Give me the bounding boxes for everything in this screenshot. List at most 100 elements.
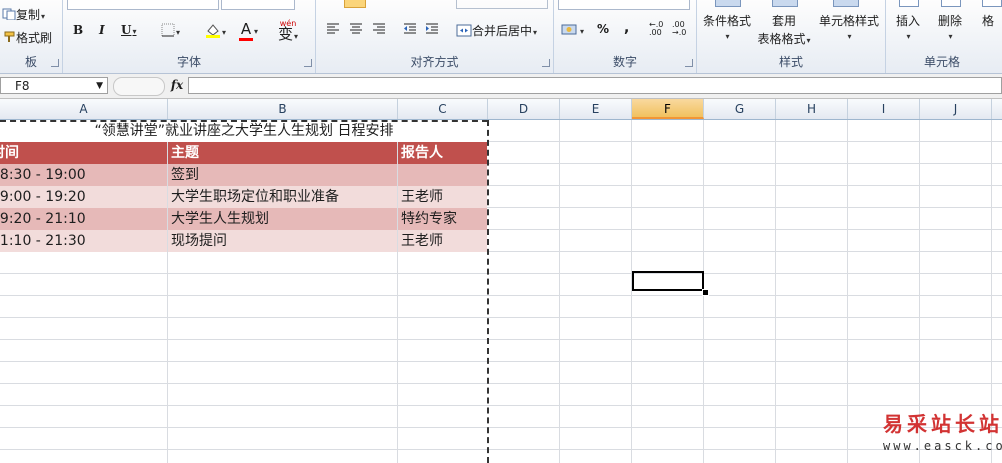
table-cell-time[interactable]: 19:00 - 19:20: [0, 186, 167, 208]
wrap-highlight-icon[interactable]: [344, 0, 366, 8]
format-as-table-button[interactable]: 套用 表格格式▾: [755, 12, 813, 50]
align-right-button[interactable]: [372, 22, 386, 37]
insert-label: 插入: [896, 14, 921, 28]
gridline: [0, 273, 1002, 274]
format-table-icon: [772, 0, 798, 7]
table-cell-topic[interactable]: 大学生职场定位和职业准备: [168, 186, 397, 208]
copy-label: 复制: [16, 8, 41, 22]
header-cell-time[interactable]: 时间: [0, 142, 167, 164]
conditional-format-button[interactable]: 条件格式 ▾: [703, 12, 751, 41]
phonetic-button[interactable]: wén 变▾: [278, 18, 298, 42]
font-launcher-icon[interactable]: [304, 59, 312, 67]
formula-input[interactable]: [188, 77, 1002, 94]
format-label: 格: [982, 14, 995, 28]
header-cell-speaker[interactable]: 报告人: [398, 142, 487, 164]
border-dropdown-icon: ▾: [176, 28, 181, 37]
bold-button[interactable]: B: [73, 23, 83, 37]
gridline: [0, 405, 1002, 406]
alignment-launcher-icon[interactable]: [542, 59, 550, 67]
column-header-j[interactable]: J: [920, 99, 992, 119]
format-button[interactable]: 格: [982, 12, 994, 29]
underline-button[interactable]: U▾: [121, 23, 136, 37]
accounting-format-button[interactable]: ▾: [561, 22, 584, 39]
name-box[interactable]: F8 ▼: [0, 77, 108, 94]
insert-button[interactable]: 插入 ▾: [896, 12, 920, 41]
column-header-k[interactable]: [992, 99, 1002, 119]
underline-dropdown-icon: ▾: [132, 26, 137, 36]
increase-decimal-button[interactable]: ←.0 .00: [649, 21, 663, 37]
copy-icon: [2, 8, 16, 23]
fill-color-button[interactable]: ▾: [205, 22, 226, 41]
conditional-format-icon: [715, 0, 741, 7]
header-cell-topic[interactable]: 主题: [168, 142, 397, 164]
column-header-c[interactable]: C: [398, 99, 488, 119]
number-launcher-icon[interactable]: [685, 59, 693, 67]
accounting-icon: [561, 22, 579, 39]
increase-indent-button[interactable]: [425, 22, 439, 37]
decrease-indent-button[interactable]: [403, 22, 417, 37]
active-cell-selection[interactable]: [632, 271, 704, 291]
format-painter-button[interactable]: 格式刷: [2, 29, 52, 46]
font-color-dropdown-icon: ▾: [254, 27, 259, 36]
column-header-f[interactable]: F: [632, 99, 704, 119]
formula-bar-expand-handle[interactable]: [113, 77, 165, 96]
column-header-e[interactable]: E: [560, 99, 632, 119]
table-cell-topic[interactable]: 大学生人生规划: [168, 208, 397, 230]
table-cell-topic[interactable]: 现场提问: [168, 230, 397, 252]
format-as-table-label: 套用 表格格式: [757, 14, 806, 46]
insert-dropdown-icon: ▾: [906, 32, 911, 41]
clipboard-launcher-icon[interactable]: [51, 59, 59, 67]
align-center-icon: [349, 22, 363, 37]
table-cell-speaker[interactable]: [398, 164, 487, 186]
styles-group: 条件格式 ▾ 套用 表格格式▾ 单元格样式 ▾ 样式: [697, 0, 886, 73]
name-box-dropdown-icon[interactable]: ▼: [96, 78, 103, 95]
font-color-button[interactable]: A ▾: [239, 20, 258, 41]
sheet-title-cell[interactable]: “领慧讲堂”就业讲座之大学生人生规划 日程安排: [0, 120, 488, 142]
column-header-a[interactable]: A: [0, 99, 168, 119]
font-name-combo[interactable]: [67, 0, 219, 10]
ribbon: 复制▾ 格式刷 板 B I U▾ ▾ ▾ A ▾ wén 变▾ 字体 合并后居中…: [0, 0, 1002, 74]
increase-indent-icon: [425, 22, 439, 37]
cell-styles-button[interactable]: 单元格样式 ▾: [817, 12, 881, 41]
gridline: [0, 427, 1002, 428]
gridline: [0, 449, 1002, 450]
column-header-b[interactable]: B: [168, 99, 398, 119]
merge-center-label: 合并后居中: [472, 24, 533, 38]
table-cell-time[interactable]: 18:30 - 19:00: [0, 164, 167, 186]
worksheet-grid[interactable]: “领慧讲堂”就业讲座之大学生人生规划 日程安排 时间 主题 报告人 18:30 …: [0, 120, 1002, 463]
conditional-format-dropdown-icon: ▾: [725, 32, 730, 41]
align-center-button[interactable]: [349, 22, 363, 37]
delete-label: 删除: [938, 14, 963, 28]
align-left-button[interactable]: [326, 22, 340, 37]
percent-button[interactable]: %: [597, 22, 609, 36]
merge-center-button[interactable]: 合并后居中▾: [456, 22, 537, 40]
align-left-icon: [326, 22, 340, 37]
column-header-h[interactable]: H: [776, 99, 848, 119]
column-header-d[interactable]: D: [488, 99, 560, 119]
table-cell-topic[interactable]: 签到: [168, 164, 397, 186]
font-size-combo[interactable]: [221, 0, 295, 10]
column-header-g[interactable]: G: [704, 99, 776, 119]
table-cell-speaker[interactable]: 特约专家: [398, 208, 487, 230]
cell-styles-label: 单元格样式: [818, 14, 879, 28]
table-cell-speaker[interactable]: 王老师: [398, 186, 487, 208]
border-button[interactable]: ▾: [161, 23, 180, 40]
fill-handle[interactable]: [702, 289, 709, 296]
number-group: ▾ % , ←.0 .00 .00 →.0 数字: [554, 0, 697, 73]
decrease-decimal-button[interactable]: .00 →.0: [672, 21, 686, 37]
insert-function-button[interactable]: fx: [168, 77, 186, 94]
column-header-i[interactable]: I: [848, 99, 920, 119]
copy-button[interactable]: 复制▾: [2, 6, 45, 23]
top-combo-icon[interactable]: [456, 0, 548, 9]
delete-button[interactable]: 删除 ▾: [938, 12, 962, 41]
table-cell-time[interactable]: 19:20 - 21:10: [0, 208, 167, 230]
number-format-combo[interactable]: [558, 0, 690, 10]
table-cell-speaker[interactable]: 王老师: [398, 230, 487, 252]
column-header-bar: A B C D E F G H I J: [0, 99, 1002, 120]
table-cell-time[interactable]: 21:10 - 21:30: [0, 230, 167, 252]
italic-button[interactable]: I: [99, 23, 105, 37]
comma-button[interactable]: ,: [624, 20, 629, 36]
font-color-bar-icon: [239, 38, 253, 41]
fill-color-icon: [205, 22, 221, 41]
clipboard-group: 复制▾ 格式刷 板: [0, 0, 63, 73]
